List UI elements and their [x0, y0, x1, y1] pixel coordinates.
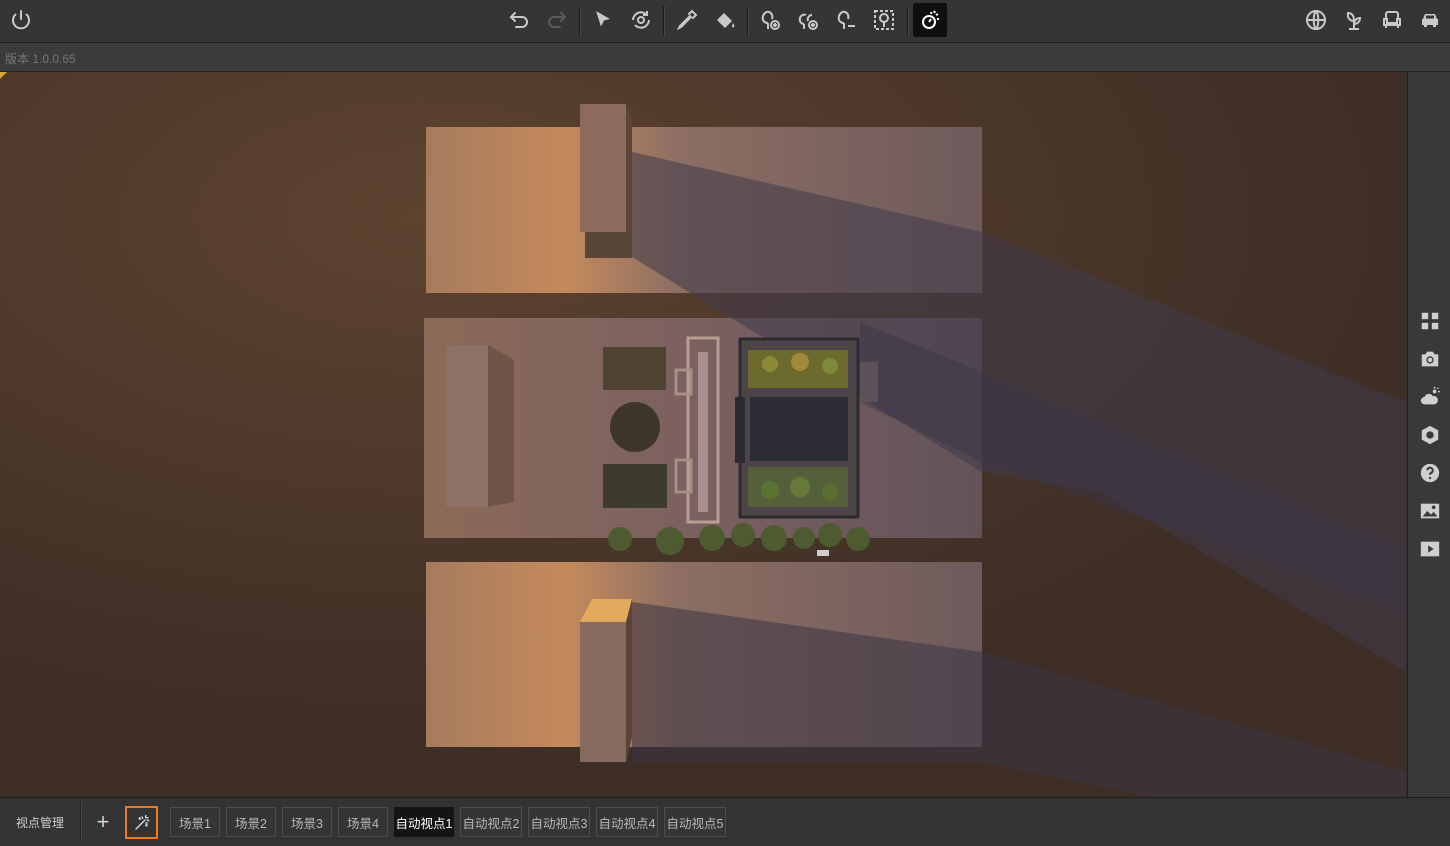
image-icon[interactable] [1418, 499, 1442, 523]
settings-hex-icon[interactable] [1418, 423, 1442, 447]
select-trees-icon[interactable] [867, 3, 901, 37]
remove-tree-icon[interactable] [829, 3, 863, 37]
weather-icon[interactable] [1418, 385, 1442, 409]
tab-auto-view-1[interactable]: 自动视点1 [394, 807, 454, 837]
right-sidebar [1407, 72, 1450, 797]
car-icon[interactable] [1413, 3, 1447, 37]
top-toolbar [0, 0, 1450, 43]
grid-icon[interactable] [1418, 309, 1442, 333]
add-viewpoint-button[interactable]: + [86, 802, 120, 842]
undo-icon[interactable] [502, 3, 536, 37]
version-label: 版本 1.0.0.65 [5, 52, 76, 66]
magic-wand-icon[interactable] [125, 806, 158, 839]
view-manager-button[interactable]: 视点管理 [0, 802, 81, 842]
3d-viewport[interactable] [0, 72, 1406, 797]
tab-scene-2[interactable]: 场景2 [226, 807, 276, 837]
orbit-icon[interactable] [624, 3, 658, 37]
help-icon[interactable] [1418, 461, 1442, 485]
play-icon[interactable] [1418, 537, 1442, 561]
power-icon[interactable] [4, 3, 38, 37]
time-of-day-icon[interactable] [913, 3, 947, 37]
tab-scene-3[interactable]: 场景3 [282, 807, 332, 837]
tab-auto-view-5[interactable]: 自动视点5 [664, 807, 726, 837]
globe-icon[interactable] [1299, 3, 1333, 37]
add-trees-icon[interactable] [791, 3, 825, 37]
tab-scene-1[interactable]: 场景1 [170, 807, 220, 837]
paint-bucket-icon[interactable] [708, 3, 742, 37]
redo-icon[interactable] [540, 3, 574, 37]
camera-icon[interactable] [1418, 347, 1442, 371]
tab-auto-view-2[interactable]: 自动视点2 [460, 807, 522, 837]
tab-auto-view-4[interactable]: 自动视点4 [596, 807, 658, 837]
tab-auto-view-3[interactable]: 自动视点3 [528, 807, 590, 837]
tab-scene-4[interactable]: 场景4 [338, 807, 388, 837]
eyedropper-icon[interactable] [670, 3, 704, 37]
armchair-icon[interactable] [1375, 3, 1409, 37]
add-tree-icon[interactable] [753, 3, 787, 37]
plant-icon[interactable] [1337, 3, 1371, 37]
viewport-corner-marker [0, 72, 7, 79]
viewpoint-bar: 视点管理 + 场景1 场景2 场景3 场景4 自动视点1 自动视点2 自动视点3… [0, 797, 1450, 846]
select-arrow-icon[interactable] [586, 3, 620, 37]
version-bar: 版本 1.0.0.65 [0, 43, 1450, 72]
scene-render [0, 72, 1406, 797]
